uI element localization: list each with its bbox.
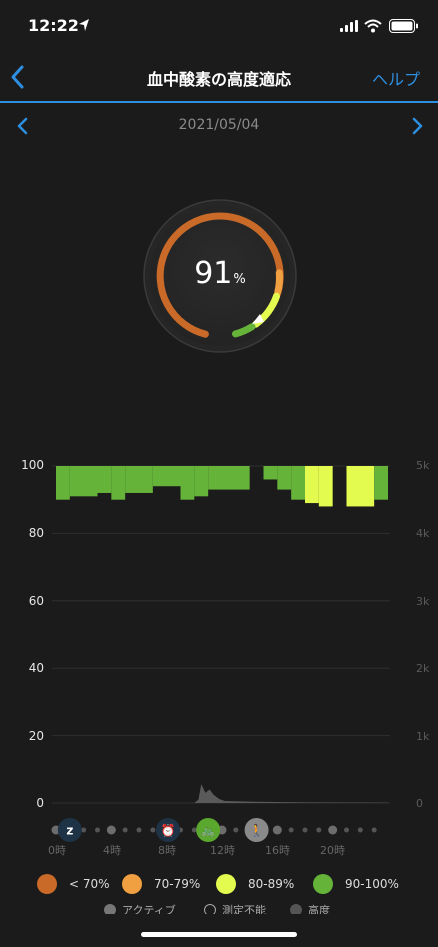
spo2-bar [263, 466, 278, 480]
spo2-bar [374, 466, 388, 500]
timeline-dot [302, 827, 308, 833]
status-bar: 12:22 [0, 0, 438, 56]
y-left-tick-60: 60 [28, 594, 44, 608]
navigation-bar: 血中酸素の高度適応 ヘルプ [0, 56, 438, 100]
spo2-bar [318, 466, 333, 507]
alarm-icon: ⏰ [156, 818, 181, 842]
wifi-icon [364, 19, 382, 33]
date-label: 2021/05/04 [178, 117, 260, 133]
y-left-tick-80: 80 [28, 526, 44, 540]
spo2-bar [194, 466, 209, 497]
timeline-dot [106, 825, 116, 835]
legend-label: 90-100% [345, 877, 399, 891]
altitude-area [56, 784, 388, 803]
timeline-dot [95, 827, 100, 833]
chart-plot [52, 465, 390, 804]
svg-text:🚶: 🚶 [249, 824, 264, 838]
legend-swatch [37, 874, 57, 894]
timeline-dot [81, 827, 87, 833]
next-day-icon[interactable] [408, 116, 426, 136]
cellular-signal-icon [340, 20, 358, 32]
y-left-tick-0: 0 [36, 796, 44, 810]
battery-icon [389, 19, 418, 33]
spo2-bar [208, 466, 250, 490]
legend-label: 80-89% [248, 877, 295, 891]
nav-divider [0, 101, 438, 103]
location-arrow-icon [79, 19, 89, 31]
y-right-tick-3k: 3k [416, 595, 430, 608]
help-link[interactable]: ヘルプ [372, 66, 420, 90]
legend-swatch [216, 874, 236, 894]
timeline-dot [122, 827, 128, 833]
gauge-number: 91 [194, 256, 233, 291]
x-tick-8h: 8時 [158, 844, 176, 857]
legend-label-active: アクティブ [122, 904, 176, 914]
status-time: 12:22 [28, 16, 79, 35]
y-right-tick-0: 0 [416, 797, 423, 810]
home-indicator [141, 932, 297, 937]
spo2-bar [180, 466, 195, 500]
x-tick-12h: 12時 [210, 844, 235, 857]
timeline-dot [233, 827, 239, 833]
legend-label: 70-79% [154, 877, 201, 891]
y-left-tick-40: 40 [28, 661, 44, 675]
svg-text:z: z [66, 824, 73, 838]
altitude-swatch [290, 904, 302, 914]
x-tick-16h: 16時 [265, 844, 290, 857]
timeline-dot [272, 825, 282, 835]
x-tick-20h: 20時 [320, 844, 345, 857]
spo2-bar [69, 466, 98, 497]
timeline-dot [328, 825, 338, 835]
y-left-tick-20: 20 [28, 729, 44, 743]
unmeasurable-swatch [204, 904, 216, 914]
legend-label: < 70% [69, 877, 110, 891]
legend-swatch [122, 874, 142, 894]
timeline-dot [136, 827, 142, 833]
spo2-bar [152, 466, 181, 487]
bike-icon: 🚲 [196, 818, 221, 842]
spo2-bar [346, 466, 375, 507]
y-right-tick-2k: 2k [416, 662, 430, 675]
spo2-bar [97, 466, 112, 493]
spo2-chart: 100 80 60 40 20 0 5k 4k 3k 2k 1k 0 [0, 450, 438, 820]
active-swatch [104, 904, 116, 914]
walk-icon: 🚶 [244, 818, 269, 842]
spo2-bar [111, 466, 126, 500]
spo2-bar [56, 466, 70, 500]
spo2-bar [291, 466, 305, 500]
legend-secondary: アクティブ 測定不能 高度 [0, 900, 438, 914]
gauge-value: 91% [140, 256, 300, 291]
x-tick-0h: 0時 [48, 844, 66, 857]
timeline-dot [316, 827, 322, 833]
y-right-tick-4k: 4k [416, 527, 430, 540]
svg-text:⏰: ⏰ [161, 823, 176, 838]
timeline-dot [344, 827, 349, 833]
legend-label-unmeasurable: 測定不能 [222, 904, 266, 914]
timeline-dot [371, 827, 377, 833]
y-left-tick-100: 100 [21, 458, 44, 472]
y-right-tick-5k: 5k [416, 459, 430, 472]
gauge-unit: % [233, 272, 246, 287]
spo2-bar [277, 466, 292, 490]
timeline-dot [191, 827, 197, 833]
y-right-tick-1k: 1k [416, 730, 430, 743]
x-tick-4h: 4時 [103, 844, 121, 857]
timeline-dot [150, 827, 156, 833]
spo2-bar [305, 466, 319, 504]
timeline-dot [357, 827, 363, 833]
sleep-icon: z [57, 818, 82, 842]
legend-swatch [313, 874, 333, 894]
date-selector: 2021/05/04 [0, 112, 438, 140]
timeline-dot [288, 827, 294, 833]
svg-text:🚲: 🚲 [201, 824, 216, 838]
spo2-bar [125, 466, 153, 493]
legend-label-altitude: 高度 [308, 904, 330, 914]
